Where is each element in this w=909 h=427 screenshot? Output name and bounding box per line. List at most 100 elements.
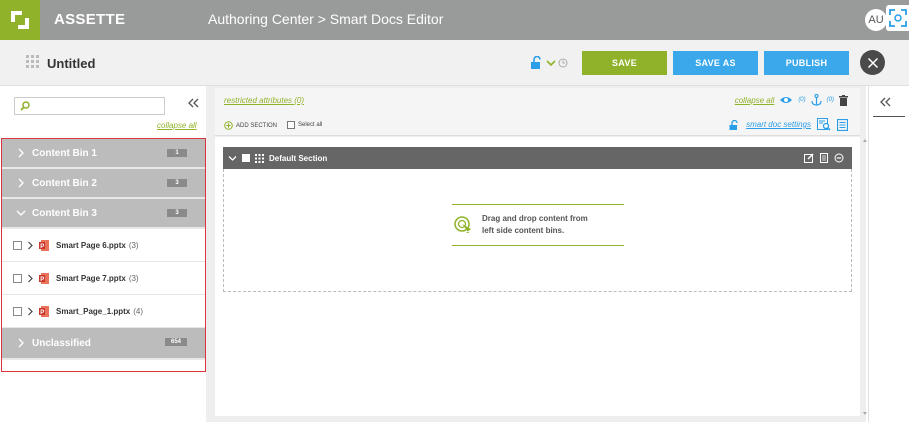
chevron-right-icon bbox=[18, 148, 24, 158]
top-bar: ASSETTE Authoring Center > Smart Docs Ed… bbox=[0, 0, 909, 40]
bin-label: Content Bin 1 bbox=[32, 147, 97, 159]
breadcrumb: Authoring Center > Smart Docs Editor bbox=[208, 11, 444, 27]
clock-icon bbox=[558, 58, 568, 67]
select-all-checkbox[interactable] bbox=[287, 121, 295, 129]
drag-grid-icon[interactable] bbox=[255, 153, 264, 163]
content-bins-panel: collapse all Content Bin 1 1 Content Bin… bbox=[0, 86, 206, 422]
drag-grid-icon bbox=[26, 55, 39, 68]
drop-hint-text: Drag and drop content from left side con… bbox=[482, 213, 588, 237]
file-count: (3) bbox=[128, 273, 139, 283]
file-count: (4) bbox=[133, 306, 144, 316]
lock-control[interactable] bbox=[530, 56, 568, 69]
chevron-down-icon bbox=[16, 210, 26, 216]
section-tools bbox=[804, 153, 844, 163]
section-checkbox[interactable] bbox=[242, 154, 250, 162]
smart-doc-settings-link[interactable]: smart doc settings bbox=[746, 120, 811, 129]
screenshot-tool[interactable] bbox=[886, 5, 909, 31]
edit-icon[interactable] bbox=[804, 153, 814, 163]
file-checkbox[interactable] bbox=[13, 240, 22, 250]
chevron-down-icon[interactable] bbox=[228, 155, 237, 162]
chevron-right-icon bbox=[18, 178, 24, 188]
restricted-attributes-link[interactable]: restricted attributes (0) bbox=[224, 96, 304, 105]
save-as-button[interactable]: SAVE AS bbox=[673, 51, 758, 75]
unlock-icon[interactable] bbox=[729, 119, 740, 130]
bin-count: 654 bbox=[164, 338, 187, 346]
eye-icon[interactable] bbox=[779, 95, 793, 105]
toolbar-right-bottom: smart doc settings bbox=[729, 118, 848, 131]
collapse-panel-icon[interactable] bbox=[187, 97, 199, 109]
chevron-right-icon[interactable] bbox=[27, 274, 34, 283]
toolbar-right-top: collapse all (0) (0) bbox=[735, 94, 848, 106]
editor-toolbar: restricted attributes (0) ADD SECTION Se… bbox=[215, 88, 860, 136]
section-drop-zone[interactable]: Drag and drop content from left side con… bbox=[223, 169, 852, 292]
select-all-label: Select all bbox=[298, 122, 323, 128]
bin-label: Unclassified bbox=[32, 337, 91, 349]
bin-unclassified[interactable]: Unclassified 654 bbox=[2, 328, 205, 360]
list-item[interactable]: P Smart Page 6.pptx (3) bbox=[2, 229, 205, 262]
chevron-right-icon[interactable] bbox=[27, 241, 34, 250]
bin-count: 3 bbox=[167, 209, 187, 217]
chevron-right-icon bbox=[18, 338, 24, 348]
logo[interactable] bbox=[0, 0, 40, 40]
bin-count: 3 bbox=[167, 179, 187, 187]
drop-hint: Drag and drop content from left side con… bbox=[452, 204, 624, 246]
drop-hint-line-2: left side content bins. bbox=[482, 226, 565, 235]
bin-label: Content Bin 3 bbox=[32, 207, 97, 219]
powerpoint-file-icon: P bbox=[39, 239, 49, 251]
bin-label: Content Bin 2 bbox=[32, 177, 97, 189]
drag-drop-cursor-icon bbox=[454, 216, 471, 233]
file-name: Smart Page 6.pptx bbox=[56, 240, 126, 250]
file-name: Smart_Page_1.pptx bbox=[56, 306, 131, 316]
list-item[interactable]: P Smart_Page_1.pptx (4) bbox=[2, 295, 205, 328]
trash-icon[interactable] bbox=[839, 94, 848, 106]
brand-name: ASSETTE bbox=[54, 11, 126, 28]
remove-circle-icon[interactable] bbox=[834, 153, 844, 163]
document-icon[interactable] bbox=[820, 153, 828, 163]
collapse-all-link[interactable]: collapse all bbox=[157, 121, 197, 130]
add-section-button[interactable]: ADD SECTION bbox=[224, 121, 277, 130]
file-name: Smart Page 7.pptx bbox=[56, 273, 126, 283]
view-count: (0) bbox=[798, 97, 806, 103]
add-circle-icon bbox=[224, 121, 233, 130]
list-item[interactable]: P Smart Page 7.pptx (3) bbox=[2, 262, 205, 295]
svg-text:P: P bbox=[40, 309, 44, 315]
drop-hint-line-1: Drag and drop content from bbox=[482, 214, 588, 223]
search-icon bbox=[20, 101, 30, 111]
file-count: (3) bbox=[128, 240, 139, 250]
section-title: Default Section bbox=[269, 153, 328, 163]
bin-count: 1 bbox=[167, 149, 187, 157]
publish-button[interactable]: PUBLISH bbox=[764, 51, 849, 75]
chevron-right-icon[interactable] bbox=[27, 307, 34, 316]
file-checkbox[interactable] bbox=[13, 273, 22, 283]
expand-panel-icon[interactable] bbox=[879, 96, 891, 108]
anchor-count: (0) bbox=[826, 97, 834, 103]
bin-content-bin-1[interactable]: Content Bin 1 1 bbox=[2, 139, 205, 169]
collapse-all-sections-link[interactable]: collapse all bbox=[735, 96, 775, 105]
screen-capture-icon bbox=[889, 9, 907, 27]
powerpoint-file-icon: P bbox=[39, 272, 49, 284]
svg-text:P: P bbox=[40, 243, 44, 249]
divider bbox=[873, 116, 905, 117]
powerpoint-file-icon: P bbox=[39, 305, 49, 317]
document-title[interactable]: Untitled bbox=[47, 56, 95, 71]
document-icon[interactable] bbox=[837, 118, 848, 131]
file-checkbox[interactable] bbox=[13, 306, 22, 316]
bins-list: Content Bin 1 1 Content Bin 2 3 Content … bbox=[1, 138, 206, 372]
unlock-icon bbox=[531, 56, 541, 69]
search-document-icon[interactable] bbox=[817, 118, 831, 131]
anchor-icon[interactable] bbox=[811, 94, 822, 106]
bin-content-bin-3[interactable]: Content Bin 3 3 bbox=[2, 199, 205, 229]
bin-content-bin-2[interactable]: Content Bin 2 3 bbox=[2, 169, 205, 199]
search-input[interactable] bbox=[14, 97, 165, 115]
right-panel-collapsed bbox=[868, 86, 909, 422]
logo-icon bbox=[11, 11, 29, 29]
close-button[interactable] bbox=[860, 50, 885, 75]
svg-text:P: P bbox=[40, 276, 44, 282]
select-all-control[interactable]: Select all bbox=[287, 121, 322, 129]
title-bar: Untitled SAVE SAVE AS PUBLISH bbox=[0, 40, 909, 86]
save-button[interactable]: SAVE bbox=[582, 51, 667, 75]
avatar[interactable]: AU bbox=[865, 9, 887, 31]
close-icon bbox=[867, 57, 878, 68]
section-header[interactable]: Default Section bbox=[223, 147, 852, 169]
add-section-label: ADD SECTION bbox=[236, 122, 278, 129]
